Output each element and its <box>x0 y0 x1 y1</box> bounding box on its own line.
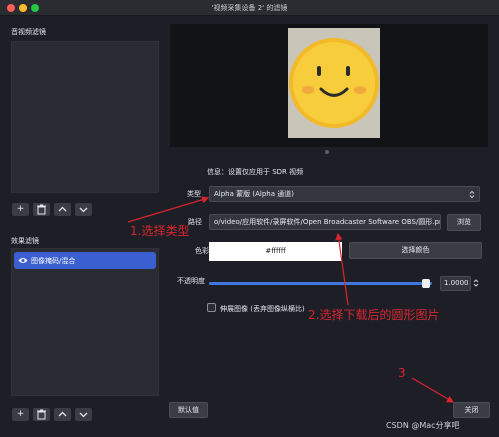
annotation-step-3: 3 <box>398 366 406 380</box>
annotation-arrow-2 <box>335 232 349 306</box>
annotation-step-2: 2.选择下载后的圆形图片 <box>308 308 440 322</box>
annotation-arrows <box>127 196 455 403</box>
annotation-arrow-1 <box>127 196 210 223</box>
watermark: CSDN @Mac分享吧 <box>386 421 460 430</box>
annotation-arrow-3 <box>411 377 455 403</box>
annotation-step-1: 1.选择类型 <box>130 224 190 238</box>
